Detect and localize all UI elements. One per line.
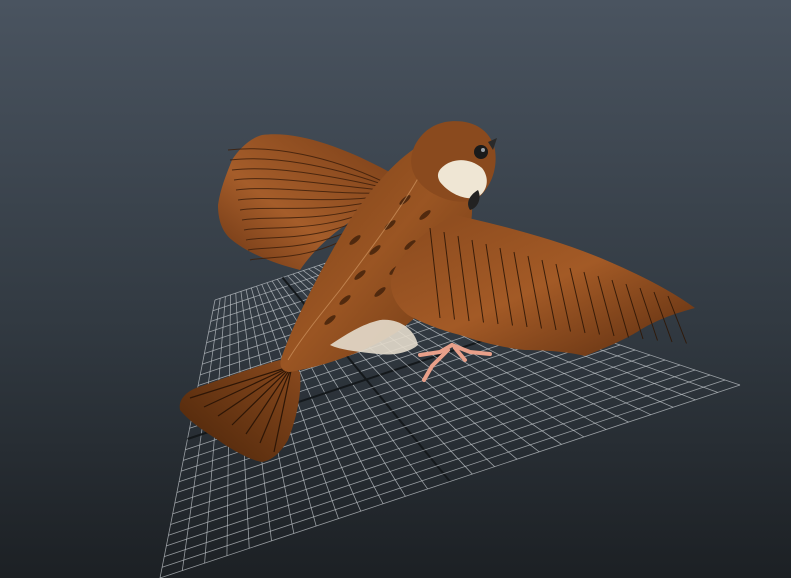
eye [474,145,488,159]
perspective-viewport[interactable] [0,0,791,578]
viewport-canvas[interactable] [0,0,791,578]
